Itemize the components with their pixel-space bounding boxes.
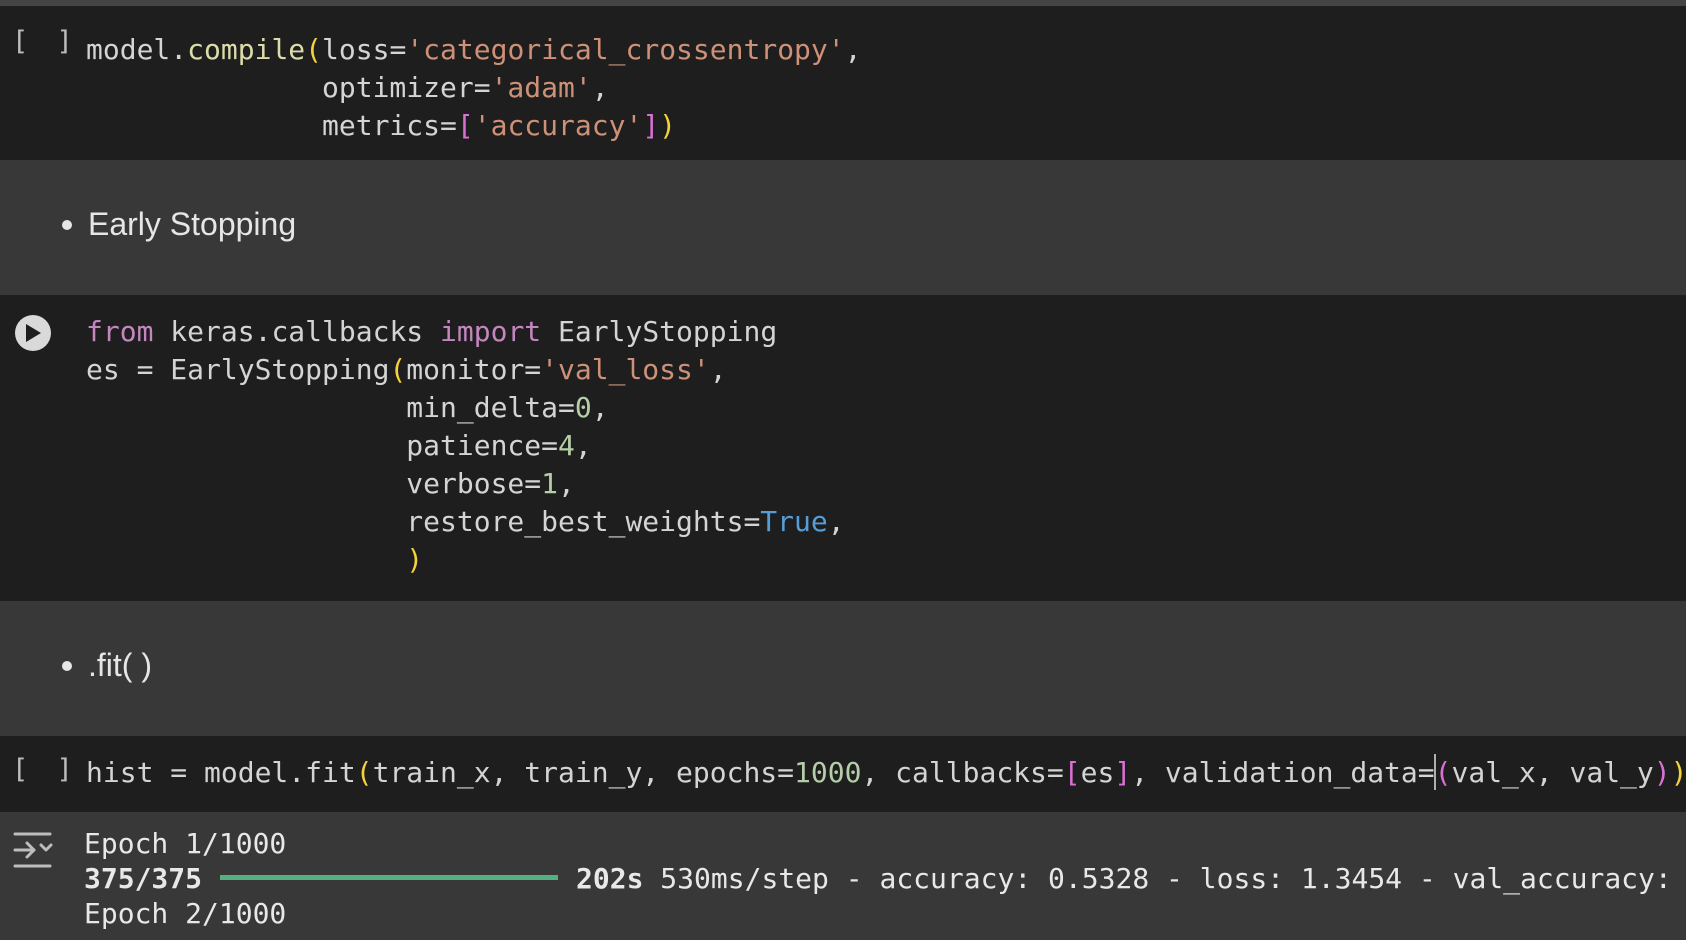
bullet-dot	[62, 219, 72, 230]
code-line: from keras.callbacks import EarlyStoppin…	[86, 315, 778, 348]
output-log: Epoch 1/1000 375/375 202s 530ms/step - ac…	[84, 826, 1672, 931]
code-line: hist = model.fit(train_x, train_y, epoch…	[86, 754, 1686, 790]
epoch-time: 202s	[576, 862, 644, 895]
code-cell-compile[interactable]: [ ] model.compile(loss='categorical_cros…	[0, 6, 1686, 160]
epoch-line: Epoch 2/1000	[84, 897, 287, 930]
code-line: optimizer='adam',	[86, 71, 609, 104]
cell-execution-bracket[interactable]: [ ]	[12, 754, 79, 785]
code-editor[interactable]: model.compile(loss='categorical_crossent…	[86, 31, 861, 145]
markdown-bullet-item: .fit( )	[62, 647, 152, 684]
step-counter: 375/375	[84, 862, 203, 895]
metrics-text: 530ms/step - accuracy: 0.5328 - loss: 1.…	[643, 862, 1672, 895]
code-line: patience=4,	[86, 429, 592, 462]
code-line: es = EarlyStopping(monitor='val_loss',	[86, 353, 727, 386]
text-cursor	[1433, 754, 1436, 790]
code-cell-early-stopping[interactable]: from keras.callbacks import EarlyStoppin…	[0, 295, 1686, 601]
code-line: model.compile(loss='categorical_crossent…	[86, 33, 862, 66]
code-line: metrics=['accuracy'])	[86, 109, 677, 142]
code-line: restore_best_weights=True,	[86, 505, 845, 538]
code-line: verbose=1,	[86, 467, 575, 500]
markdown-cell-early-stopping[interactable]: Early Stopping	[0, 160, 1686, 295]
markdown-bullet-text: .fit( )	[88, 647, 152, 683]
code-editor[interactable]: hist = model.fit(train_x, train_y, epoch…	[86, 754, 1686, 792]
epoch-line: Epoch 1/1000	[84, 827, 287, 860]
code-line: min_delta=0,	[86, 391, 609, 424]
bullet-dot	[62, 660, 72, 671]
code-line: )	[406, 543, 424, 576]
markdown-cell-fit[interactable]: .fit( )	[0, 601, 1686, 736]
cell-output: Epoch 1/1000 375/375 202s 530ms/step - ac…	[0, 812, 1686, 940]
code-editor[interactable]: from keras.callbacks import EarlyStoppin…	[86, 313, 845, 579]
output-toggle-icon[interactable]	[12, 830, 56, 870]
run-cell-button[interactable]	[15, 315, 51, 351]
play-icon	[26, 324, 41, 342]
progress-bar	[220, 874, 559, 880]
cell-execution-bracket[interactable]: [ ]	[12, 26, 79, 57]
code-cell-fit[interactable]: [ ] hist = model.fit(train_x, train_y, e…	[0, 736, 1686, 812]
markdown-bullet-item: Early Stopping	[62, 206, 296, 243]
markdown-bullet-text: Early Stopping	[88, 206, 297, 242]
